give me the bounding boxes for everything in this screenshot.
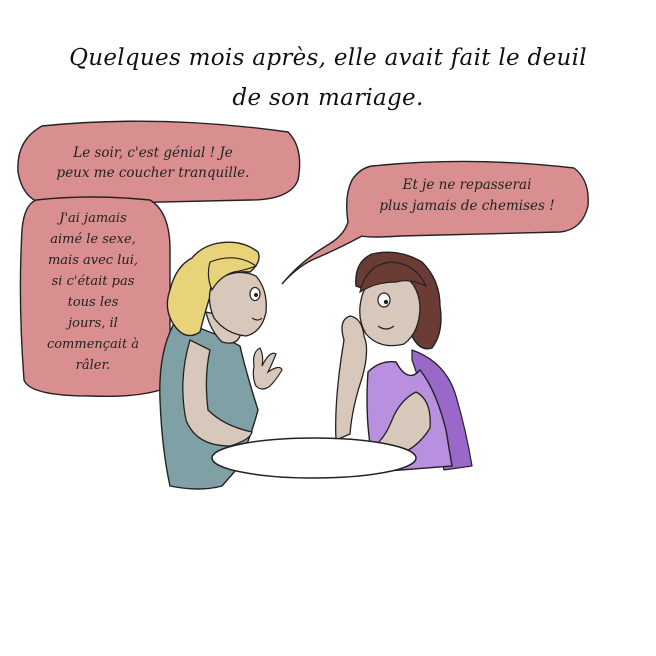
speech-line: commençait à bbox=[46, 337, 140, 352]
speech-line: mais avec lui, bbox=[47, 253, 139, 268]
speech-line: Le soir, c'est génial ! Je bbox=[73, 145, 233, 161]
speech-line: aimé le sexe, bbox=[50, 232, 136, 247]
speech-line: tous les bbox=[67, 295, 119, 310]
round-table bbox=[211, 437, 417, 479]
speech-line: Et je ne repasserai bbox=[402, 177, 532, 193]
speech-line: si c'était pas bbox=[51, 274, 135, 289]
speech-text-right: Et je ne repasserai plus jamais de chemi… bbox=[352, 175, 582, 217]
speech-line: peux me coucher tranquille. bbox=[56, 165, 250, 181]
speech-text-left: J'ai jamais aimé le sexe, mais avec lui,… bbox=[26, 208, 160, 376]
speech-line: râler. bbox=[75, 358, 111, 373]
speech-line: J'ai jamais bbox=[59, 211, 127, 226]
speech-text-top-left: Le soir, c'est génial ! Je peux me couch… bbox=[18, 143, 288, 183]
speech-line: jours, il bbox=[68, 316, 118, 331]
speech-line: plus jamais de chemises ! bbox=[379, 198, 555, 214]
